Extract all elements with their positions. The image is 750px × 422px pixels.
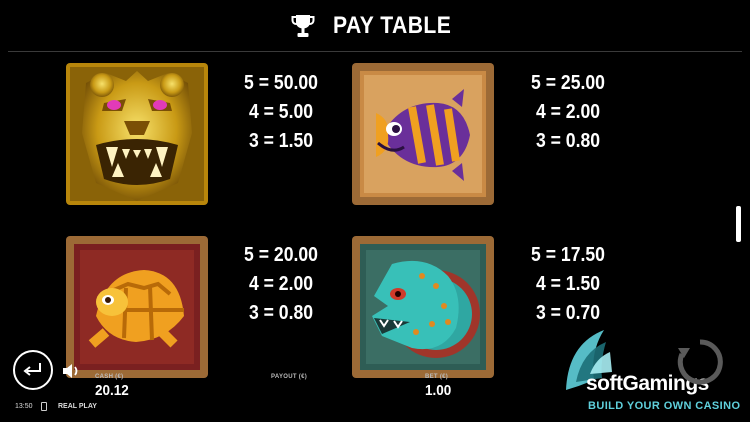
paytable-header: PAY TABLE [0, 0, 750, 52]
pay-line: 4 = 2.00 [248, 273, 314, 295]
pay-line: 3 = 0.80 [248, 302, 314, 324]
title-row: PAY TABLE [0, 12, 750, 40]
bet-value: 1.00 [425, 382, 452, 399]
bet-label: BET (€) [425, 374, 449, 380]
symbol-golden-jaguar [66, 63, 208, 205]
pay-line: 5 = 25.00 [531, 72, 605, 94]
payout-display: PAYOUT (€) [271, 374, 307, 380]
symbol-purple-fish [352, 63, 494, 205]
clock: 13:50 [15, 403, 33, 410]
pay-line: 3 = 1.50 [248, 130, 314, 152]
pays-purple-fish: 5 = 25.00 4 = 2.00 3 = 0.80 [513, 69, 623, 156]
pay-line: 5 = 20.00 [244, 244, 318, 266]
page-title: PAY TABLE [332, 12, 452, 39]
phone-icon [41, 402, 47, 411]
back-arrow-icon [23, 363, 41, 376]
pay-line: 4 = 1.50 [535, 273, 601, 295]
trophy-icon [291, 15, 315, 37]
pays-teal-serpent: 5 = 17.50 4 = 1.50 3 = 0.70 [513, 241, 623, 328]
pay-line: 4 = 2.00 [535, 101, 601, 123]
cash-display: CASH (€) 20.12 [95, 374, 133, 399]
header-divider [8, 51, 742, 52]
pay-line: 5 = 17.50 [531, 244, 605, 266]
cash-label: CASH (€) [95, 374, 124, 380]
bet-display[interactable]: BET (€) 1.00 [425, 374, 454, 399]
payout-label: PAYOUT (€) [271, 374, 308, 380]
brand-tagline: BUILD YOUR OWN CASINO [588, 400, 741, 412]
pays-golden-jaguar: 5 = 50.00 4 = 5.00 3 = 1.50 [226, 69, 336, 156]
symbol-teal-serpent [352, 236, 494, 378]
pay-line: 4 = 5.00 [248, 101, 314, 123]
scrollbar-thumb[interactable] [736, 206, 741, 242]
pay-line: 5 = 50.00 [244, 72, 318, 94]
pays-orange-turtle: 5 = 20.00 4 = 2.00 3 = 0.80 [226, 241, 336, 328]
cash-value: 20.12 [95, 382, 129, 399]
spin-icon[interactable] [676, 338, 724, 386]
symbol-orange-turtle [66, 236, 208, 378]
play-mode: REAL PLAY [58, 403, 97, 410]
pay-line: 3 = 0.80 [535, 130, 601, 152]
sound-icon[interactable] [61, 362, 81, 380]
back-button[interactable] [13, 350, 53, 390]
